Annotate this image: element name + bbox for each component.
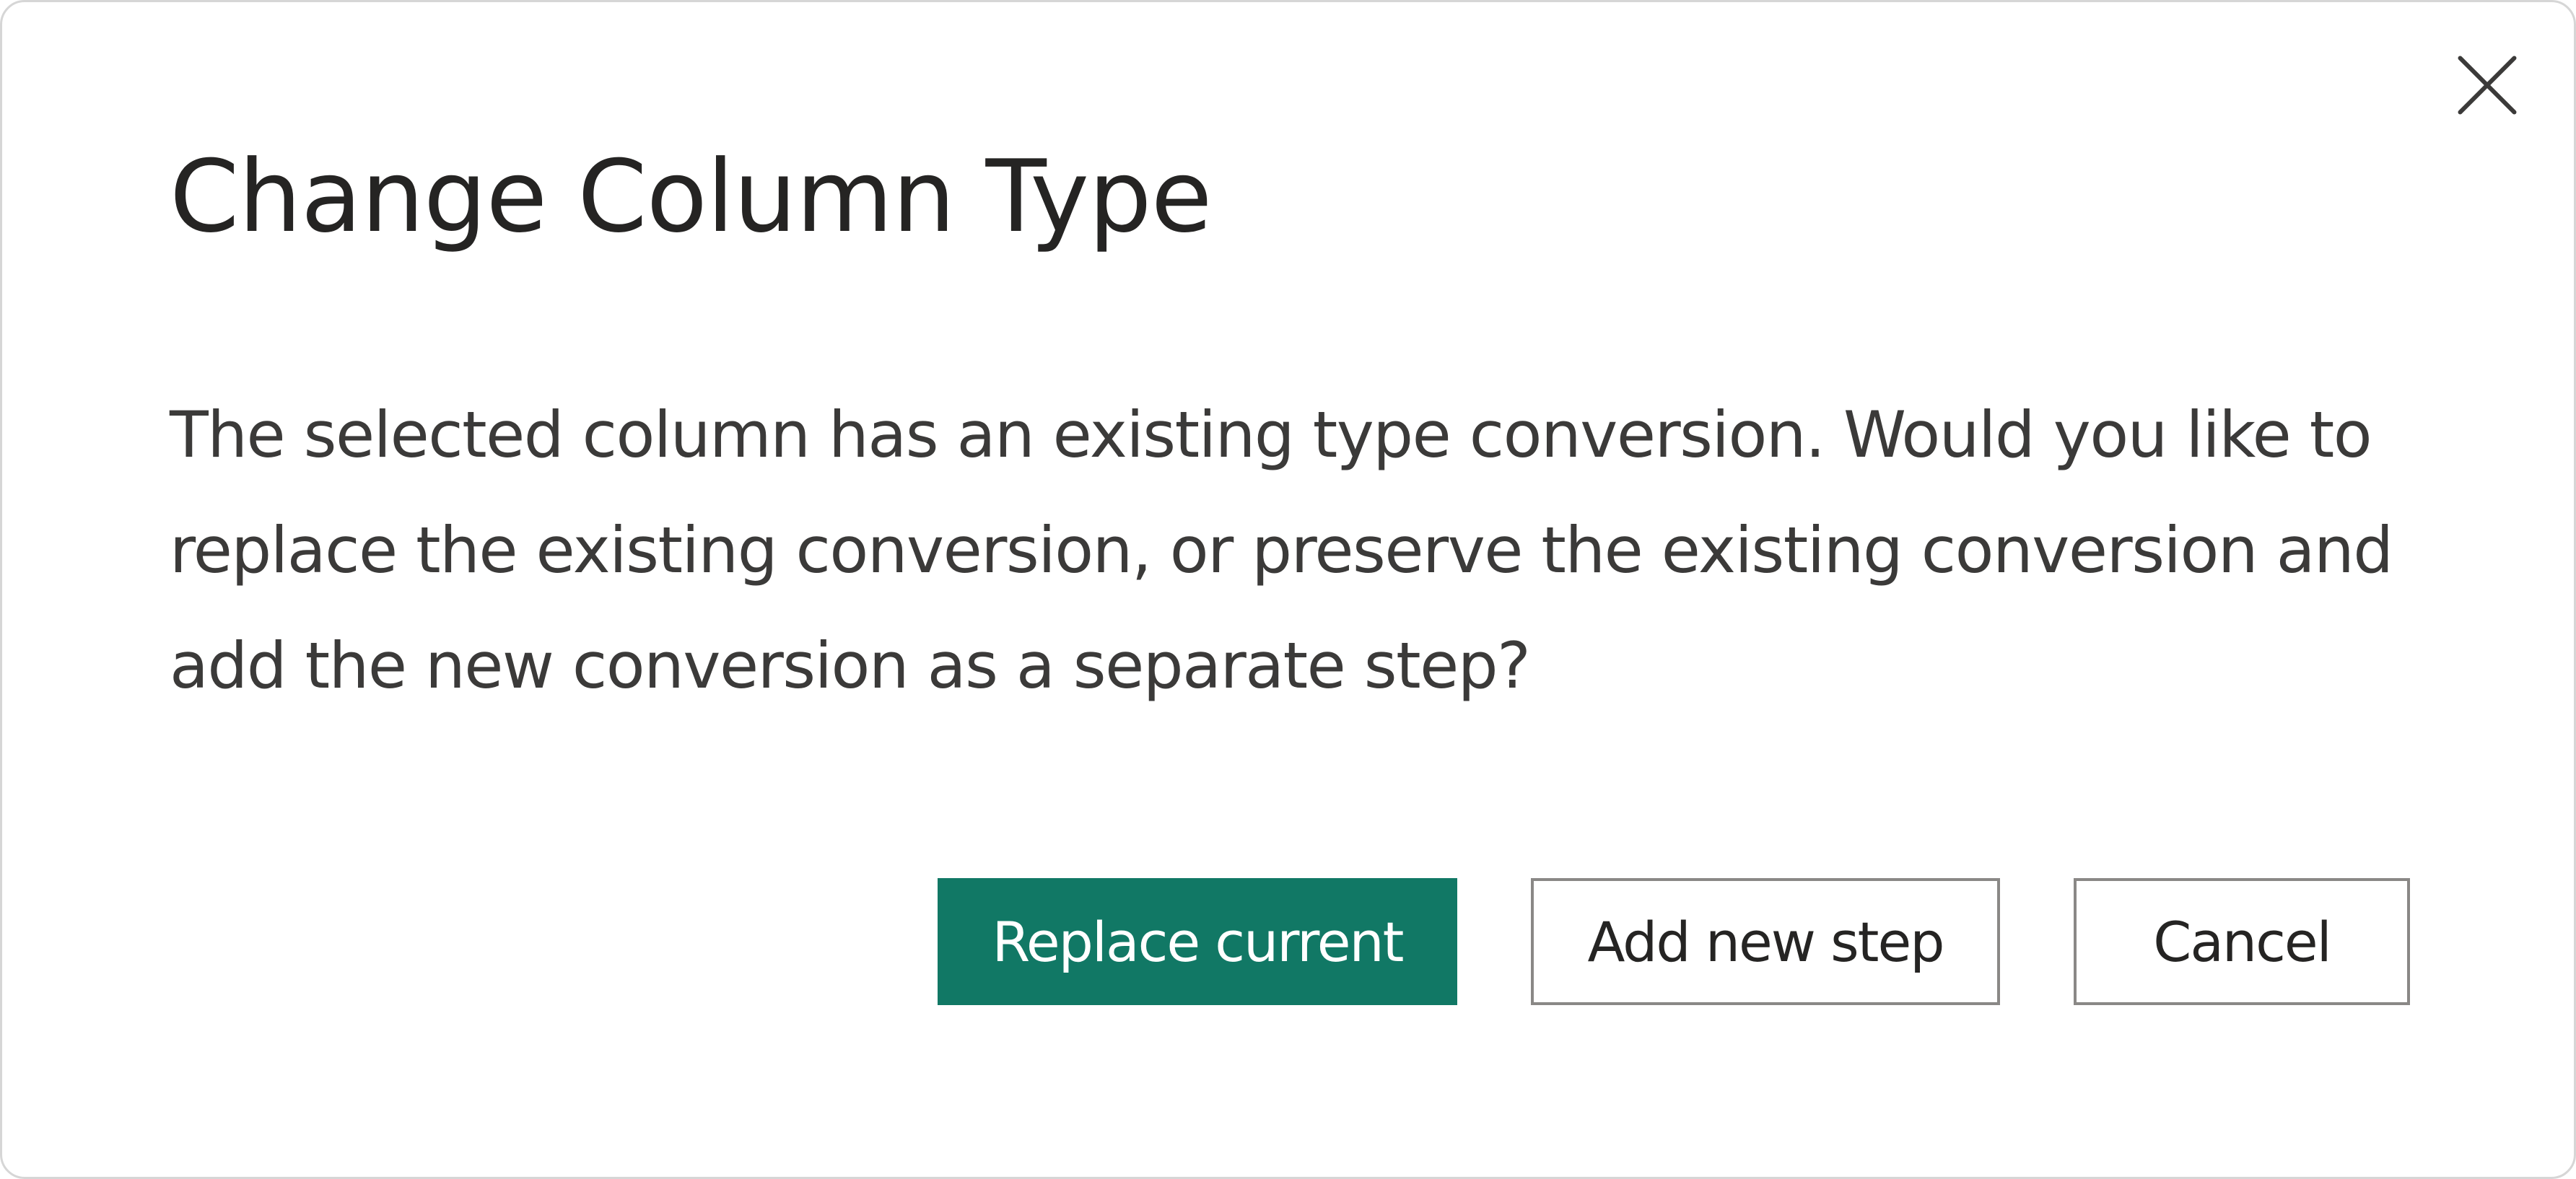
dialog-title: Change Column Type [170, 139, 1213, 255]
cancel-button[interactable]: Cancel [2074, 878, 2410, 1005]
close-icon [2458, 56, 2517, 115]
add-new-step-button[interactable]: Add new step [1531, 878, 2000, 1005]
replace-current-button[interactable]: Replace current [938, 878, 1457, 1005]
dialog-message: The selected column has an existing type… [170, 398, 2393, 703]
change-column-type-dialog: Change Column Type The selected column h… [0, 0, 2576, 1179]
close-button[interactable] [2440, 38, 2534, 132]
